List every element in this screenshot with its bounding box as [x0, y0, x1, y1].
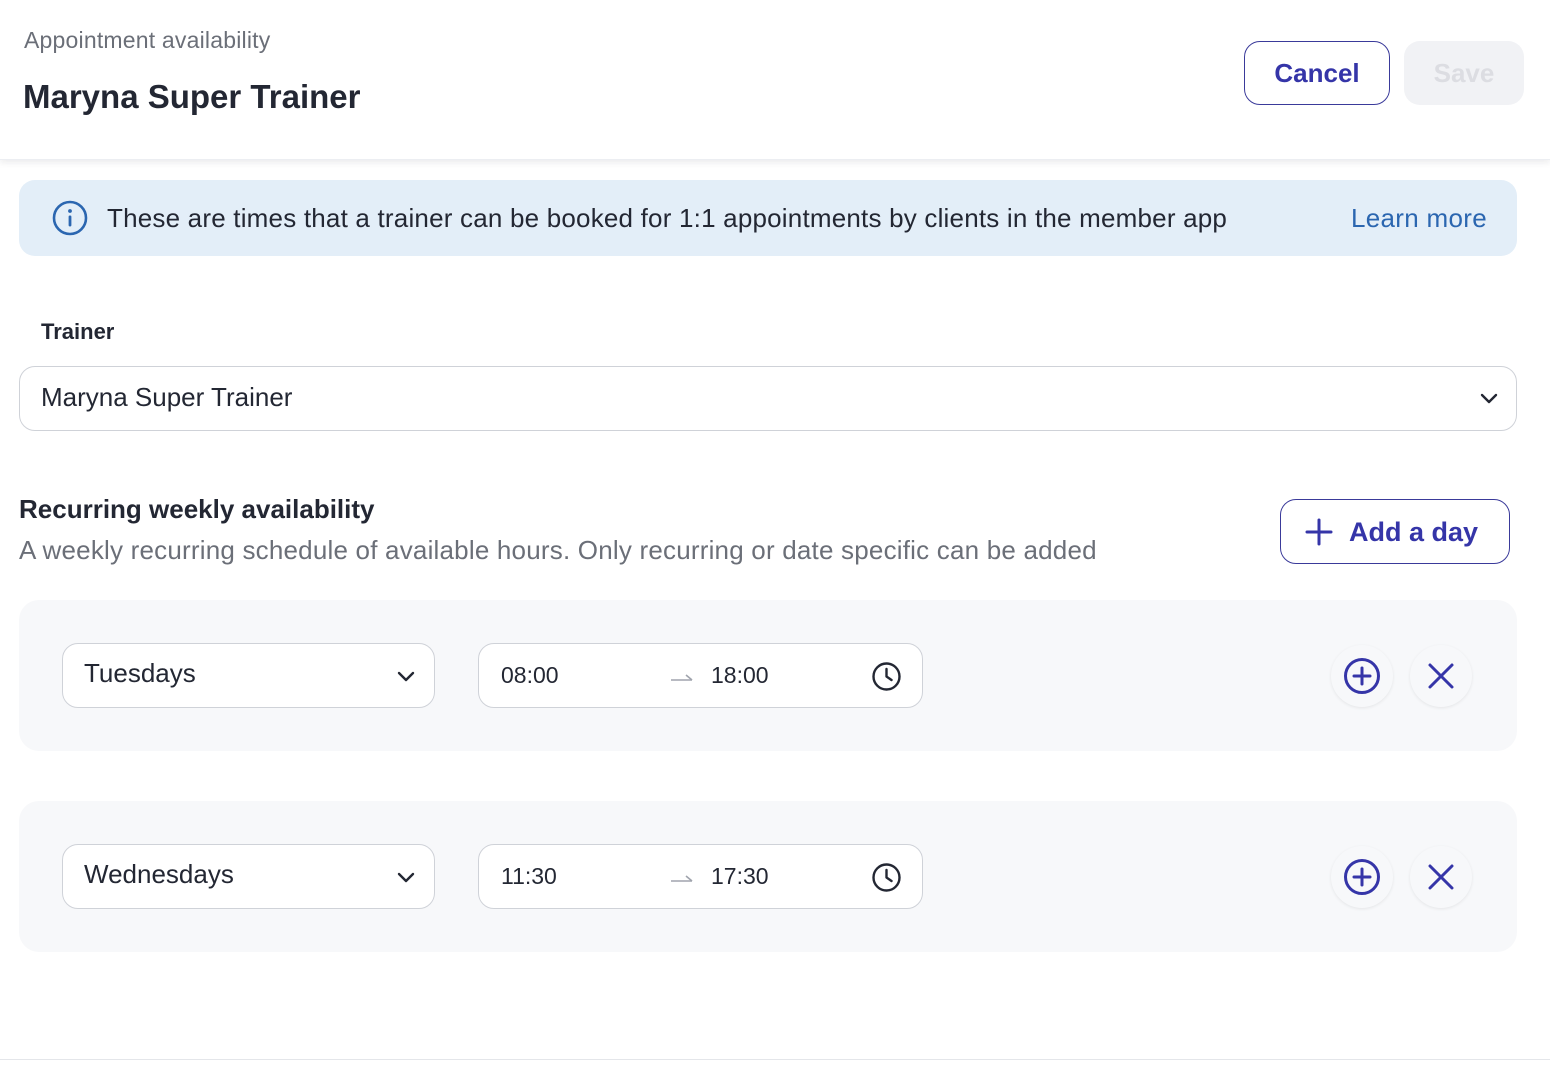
save-button[interactable]: Save [1404, 41, 1524, 105]
remove-day-button[interactable] [1410, 846, 1472, 908]
trainer-select[interactable]: Maryna Super Trainer [19, 366, 1517, 431]
close-icon [1428, 663, 1454, 689]
add-time-slot-button[interactable] [1331, 645, 1393, 707]
end-time[interactable]: 18:00 [711, 662, 769, 689]
cancel-button[interactable]: Cancel [1244, 41, 1390, 105]
trainer-select-value: Maryna Super Trainer [41, 382, 293, 412]
add-time-slot-button[interactable] [1331, 846, 1393, 908]
day-select-value: Wednesdays [84, 859, 234, 889]
info-icon [52, 200, 88, 236]
info-banner-text: These are times that a trainer can be bo… [107, 203, 1228, 233]
start-time[interactable]: 11:30 [501, 863, 557, 890]
page-header: Appointment availability Maryna Super Tr… [0, 0, 1550, 160]
chevron-down-icon [397, 671, 415, 682]
section-description: A weekly recurring schedule of available… [19, 535, 1097, 565]
day-card: Wednesdays 11:30 17:30 [19, 801, 1517, 952]
plus-circle-icon [1344, 658, 1380, 694]
clock-icon[interactable] [871, 862, 902, 893]
arrow-right-icon [671, 875, 693, 882]
add-day-button[interactable]: Add a day [1280, 499, 1510, 564]
chevron-down-icon [397, 872, 415, 883]
chevron-down-icon [1480, 393, 1498, 404]
time-range-picker[interactable]: 08:00 18:00 [478, 643, 923, 708]
remove-day-button[interactable] [1410, 645, 1472, 707]
time-range-picker[interactable]: 11:30 17:30 [478, 844, 923, 909]
breadcrumb[interactable]: Appointment availability [24, 27, 270, 54]
day-card: Tuesdays 08:00 18:00 [19, 600, 1517, 751]
close-icon [1428, 864, 1454, 890]
arrow-right-icon [671, 674, 693, 681]
clock-icon[interactable] [871, 661, 902, 692]
start-time[interactable]: 08:00 [501, 662, 559, 689]
trainer-label: Trainer [41, 319, 115, 344]
page-title: Maryna Super Trainer [23, 78, 361, 115]
plus-circle-icon [1344, 859, 1380, 895]
add-day-label: Add a day [1349, 517, 1479, 547]
day-select[interactable]: Tuesdays [62, 643, 435, 708]
learn-more-link[interactable]: Learn more [1351, 203, 1487, 234]
info-banner: These are times that a trainer can be bo… [19, 180, 1517, 256]
day-select[interactable]: Wednesdays [62, 844, 435, 909]
day-select-value: Tuesdays [84, 658, 196, 688]
section-title: Recurring weekly availability [19, 494, 375, 524]
end-time[interactable]: 17:30 [711, 863, 769, 890]
plus-icon [1305, 518, 1333, 546]
footer-divider [0, 1059, 1550, 1060]
